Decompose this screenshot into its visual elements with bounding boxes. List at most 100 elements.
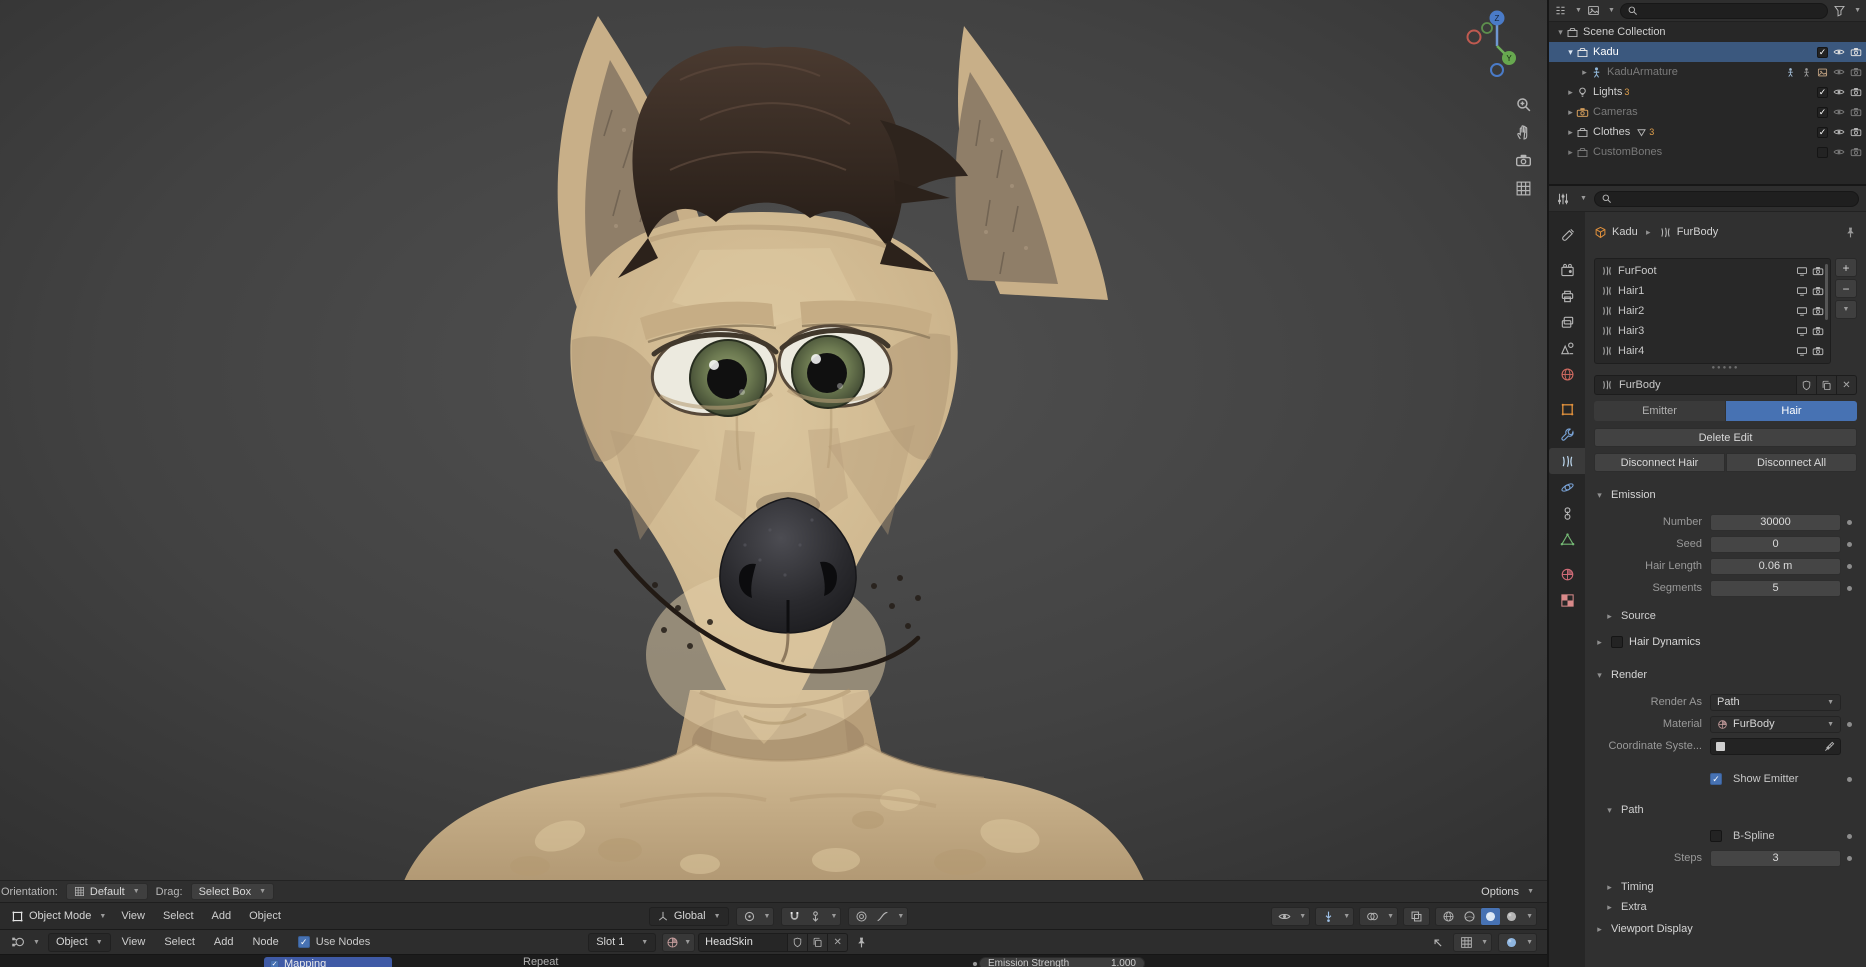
pin-icon[interactable] [1844, 226, 1857, 239]
disclosure-icon[interactable]: ▸ [1565, 127, 1576, 138]
material-name-field[interactable]: HeadSkin [698, 932, 789, 952]
tab-world[interactable] [1549, 361, 1585, 387]
tab-tool[interactable] [1549, 222, 1585, 248]
tab-material[interactable] [1549, 561, 1585, 587]
render-camera-icon[interactable] [1850, 106, 1862, 118]
outliner-row-lights[interactable]: ▸ Lights 3 ✓ [1549, 82, 1866, 102]
copy-icon[interactable] [1817, 375, 1837, 395]
orientation-dropdown[interactable]: Default ▼ [65, 883, 148, 900]
viewport-toggle-icon[interactable] [1796, 265, 1808, 277]
unlink-material-icon[interactable]: ✕ [828, 932, 849, 952]
xray-toggle-icon[interactable] [1407, 908, 1426, 925]
mode-dropdown[interactable]: Object Mode ▼ [6, 907, 111, 926]
disclosure-icon[interactable]: ▾ [1565, 47, 1576, 58]
filter-funnel-icon[interactable] [1833, 4, 1846, 17]
tab-modifiers[interactable] [1549, 422, 1585, 448]
number-field[interactable]: 30000 [1710, 513, 1841, 531]
shader-type-dropdown[interactable]: Object ▼ [47, 932, 111, 952]
render-toggle-icon[interactable] [1812, 305, 1824, 317]
render-toggle-icon[interactable] [1812, 265, 1824, 277]
animation-icon[interactable] [1801, 67, 1812, 78]
camera-view-icon[interactable] [1511, 148, 1535, 172]
menu-view[interactable]: View [114, 930, 154, 954]
animate-decorator[interactable] [1846, 519, 1852, 525]
exclude-checkbox[interactable]: ✓ [1817, 46, 1828, 58]
tab-object-data[interactable] [1549, 526, 1585, 552]
show-gizmo-icon[interactable] [1319, 908, 1338, 925]
hide-eye-icon[interactable] [1833, 66, 1845, 78]
shading-solid-icon[interactable] [1460, 908, 1479, 925]
menu-add[interactable]: Add [206, 930, 242, 954]
coordinate-system-field[interactable] [1710, 737, 1841, 755]
tab-object[interactable] [1549, 396, 1585, 422]
breadcrumb-data[interactable]: FurBody [1677, 226, 1719, 238]
delete-edit-button[interactable]: Delete Edit [1594, 428, 1857, 447]
hide-eye-icon[interactable] [1833, 46, 1845, 58]
add-slot-button[interactable]: + [1835, 258, 1857, 277]
menu-select[interactable]: Select [155, 903, 202, 929]
transform-orientation-dropdown[interactable]: Global ▼ [648, 906, 729, 926]
options-dropdown[interactable]: Options ▼ [1476, 882, 1539, 901]
render-toggle-icon[interactable] [1812, 345, 1824, 357]
repeat-dropdown[interactable]: Repeat [523, 956, 558, 967]
exclude-checkbox[interactable]: ✓ [1817, 106, 1828, 118]
animate-decorator[interactable] [1846, 563, 1852, 569]
mapping-node-checkbox[interactable]: ✓ [270, 959, 279, 967]
slot-dropdown[interactable]: Slot 1 ▼ [588, 932, 657, 952]
menu-node[interactable]: Node [244, 930, 286, 954]
shading-material-icon[interactable] [1481, 907, 1501, 925]
section-hair-dynamics[interactable]: ▸ Hair Dynamics [1594, 632, 1857, 652]
tab-physics[interactable] [1549, 474, 1585, 500]
unlink-icon[interactable]: ✕ [1837, 375, 1857, 395]
render-camera-icon[interactable] [1850, 126, 1862, 138]
pan-hand-icon[interactable] [1511, 120, 1535, 144]
viewport-toggle-icon[interactable] [1796, 285, 1808, 297]
list-item[interactable]: Hair1 [1595, 281, 1830, 301]
disclosure-icon[interactable]: ▸ [1579, 67, 1590, 78]
list-scrollbar[interactable] [1825, 264, 1828, 320]
drag-dropdown[interactable]: Select Box ▼ [190, 883, 275, 900]
list-resize-grip[interactable]: ●●●●● [1594, 364, 1857, 372]
render-camera-icon[interactable] [1850, 146, 1862, 158]
hide-eye-icon[interactable] [1833, 126, 1845, 138]
render-toggle-icon[interactable] [1812, 325, 1824, 337]
render-toggle-icon[interactable] [1812, 285, 1824, 297]
pose-icon[interactable] [1785, 67, 1796, 78]
outliner-row-custombones[interactable]: ▸ CustomBones [1549, 142, 1866, 162]
eyedropper-icon[interactable] [1824, 741, 1835, 752]
disclosure-icon[interactable]: ▸ [1565, 147, 1576, 158]
animate-decorator[interactable] [1846, 721, 1852, 727]
menu-view[interactable]: View [113, 903, 153, 929]
list-item[interactable]: Hair4 [1595, 341, 1830, 361]
node-preview-sphere-icon[interactable] [1502, 934, 1521, 951]
navigation-gizmo[interactable]: Z Y [1461, 6, 1533, 78]
section-emission[interactable]: ▾ Emission [1594, 485, 1857, 505]
hair-length-field[interactable]: 0.06 m [1710, 557, 1841, 575]
tab-constraints[interactable] [1549, 500, 1585, 526]
animate-decorator[interactable] [1846, 585, 1852, 591]
exclude-checkbox[interactable]: ✓ [1817, 86, 1828, 98]
show-object-types-icon[interactable] [1275, 908, 1294, 925]
viewport-toggle-icon[interactable] [1796, 325, 1808, 337]
tab-render[interactable] [1549, 257, 1585, 283]
disclosure-icon[interactable]: ▸ [1565, 87, 1576, 98]
outliner-search-input[interactable] [1619, 2, 1829, 19]
shading-rendered-icon[interactable] [1502, 908, 1521, 925]
section-path[interactable]: ▾ Path [1594, 800, 1857, 820]
steps-field[interactable]: 3 [1710, 849, 1841, 867]
tab-hair[interactable]: Hair [1726, 401, 1857, 421]
proportional-editing-icon[interactable] [852, 908, 871, 925]
menu-object[interactable]: Object [241, 903, 289, 929]
animate-decorator[interactable] [1846, 776, 1852, 782]
editor-type-dropdown[interactable]: ▼ [6, 933, 45, 952]
fake-user-shield-icon[interactable] [788, 932, 809, 952]
render-camera-icon[interactable] [1850, 66, 1862, 78]
section-render[interactable]: ▾ Render [1594, 665, 1857, 685]
zoom-icon[interactable] [1511, 92, 1535, 116]
material-dropdown[interactable]: FurBody ▼ [1710, 715, 1841, 733]
copy-material-icon[interactable] [808, 932, 829, 952]
tab-emitter[interactable]: Emitter [1594, 401, 1725, 421]
render-as-dropdown[interactable]: Path ▼ [1710, 693, 1841, 711]
properties-editor-icon[interactable] [1556, 192, 1570, 206]
tab-texture[interactable] [1549, 587, 1585, 613]
